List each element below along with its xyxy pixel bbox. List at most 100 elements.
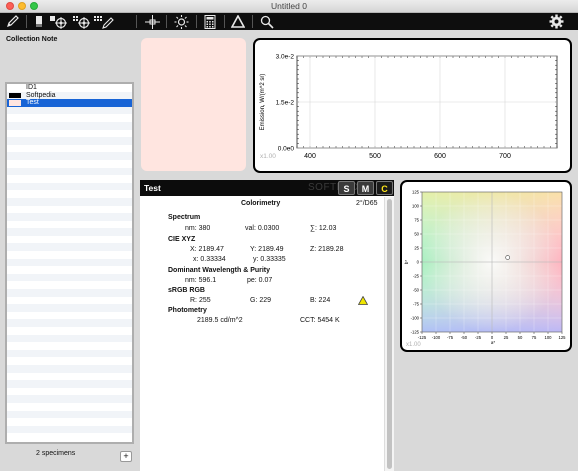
ab-chart[interactable]: -125 -100 -75 -50 -25 0 25 50 75 100 125 125 100 75 50… <box>402 182 570 350</box>
purity-value: pe: 0.07 <box>247 277 273 284</box>
specimen-name: Softpedia <box>26 91 56 99</box>
empty-list-row <box>7 289 132 297</box>
srgb-heading: sRGB RGB <box>168 287 205 294</box>
pencil-icon[interactable] <box>3 14 23 29</box>
y-tick-label: 125 <box>412 190 420 195</box>
add-specimen-button[interactable]: + <box>120 451 132 462</box>
y-tick-label: -100 <box>411 316 420 321</box>
list-item[interactable]: ID1 <box>7 84 132 92</box>
search-icon[interactable] <box>257 14 277 29</box>
target-measure-icon[interactable] <box>49 14 69 29</box>
x-tick-label: 500 <box>369 153 381 160</box>
sample-point <box>505 255 510 260</box>
xyz-y-chroma: y: 0.33335 <box>253 256 286 263</box>
toolbar-separator <box>224 15 225 28</box>
emission-chart-panel[interactable]: 400 500 600 700 0.0e0 1.5e-2 3.0e-2 Emission, W… <box>253 38 572 173</box>
y-tick-label: -25 <box>413 274 420 279</box>
srgb-b-value: B: 224 <box>310 297 331 304</box>
x-tick-label: 600 <box>434 153 446 160</box>
x-axis-label: a* <box>491 340 496 345</box>
illuminant-label: 2°/D65 <box>356 200 378 207</box>
empty-list-row <box>7 121 132 130</box>
toolbar-separator <box>196 15 197 28</box>
y-axis-label: Emission, W/(m^2 sr) <box>260 74 266 131</box>
grid-pencil-icon[interactable] <box>94 14 114 29</box>
scrollbar-thumb[interactable] <box>387 199 392 469</box>
empty-list-row <box>7 213 132 221</box>
spectrum-sum: ∑: 12.03 <box>310 225 337 232</box>
srgb-g-value: G: 229 <box>250 297 272 304</box>
empty-list-row <box>7 197 132 206</box>
empty-list-row <box>7 425 132 434</box>
empty-list-row <box>7 243 132 252</box>
delta-icon[interactable] <box>228 14 248 29</box>
y-tick-label: 75 <box>414 218 419 223</box>
ab-chart-panel[interactable]: -125 -100 -75 -50 -25 0 25 50 75 100 125 125 100 75 50… <box>400 180 572 352</box>
empty-area <box>394 355 578 471</box>
zoom-label: x1.00 <box>260 153 276 160</box>
empty-list-row <box>7 334 132 343</box>
mode-c-button[interactable]: C <box>376 181 393 195</box>
specimen-swatch <box>9 85 21 91</box>
y-tick-label: 0 <box>417 260 420 265</box>
empty-list-row <box>7 403 132 411</box>
empty-list-row <box>7 228 132 236</box>
empty-list-row <box>7 137 132 145</box>
empty-list-row <box>7 130 132 138</box>
colorimetry-scrollbar[interactable] <box>384 197 394 471</box>
main-toolbar <box>0 13 578 30</box>
empty-list-row <box>7 221 132 229</box>
toolbar-separator <box>166 15 167 28</box>
list-item[interactable]: Test <box>7 99 132 107</box>
window-titlebar: Untitled 0 <box>0 0 578 13</box>
srgb-r-value: R: 255 <box>190 297 211 304</box>
color-preview-swatch <box>141 38 246 171</box>
empty-list-row <box>7 373 132 381</box>
collection-sidebar: Collection Note ID1 Softpedia Test 2 speci… <box>0 30 140 471</box>
spectrum-heading: Spectrum <box>168 214 201 221</box>
list-item[interactable]: Softpedia <box>7 91 132 100</box>
dominant-nm: nm: 596.1 <box>185 277 217 284</box>
toolbar-separator <box>252 15 253 28</box>
mode-s-button[interactable]: S <box>338 181 355 195</box>
calculator-icon[interactable] <box>200 14 220 29</box>
specimen-count: 2 specimens <box>36 450 76 457</box>
specimen-swatch <box>9 92 21 99</box>
empty-list-row <box>7 206 132 214</box>
xyz-x-chroma: x: 0.33334 <box>193 256 226 263</box>
emission-chart[interactable]: 400 500 600 700 0.0e0 1.5e-2 3.0e-2 Emission, W… <box>255 40 570 171</box>
toolbar-separator <box>136 15 137 28</box>
y-tick-label: 50 <box>414 232 419 237</box>
empty-list-row <box>7 167 132 176</box>
empty-list-row <box>7 388 132 396</box>
zoom-label: x1.00 <box>406 342 421 348</box>
empty-list-row <box>7 258 132 267</box>
x-tick-label: 50 <box>518 335 523 340</box>
empty-list-row <box>7 190 132 198</box>
xyz-Y-value: Y: 2189.49 <box>250 246 284 253</box>
gamut-warning-icon <box>358 296 368 305</box>
gear-icon[interactable] <box>546 14 566 29</box>
colorimetry-title: Colorimetry <box>241 200 281 207</box>
crosshair-icon[interactable] <box>142 14 162 29</box>
measure-icon[interactable] <box>33 14 47 29</box>
empty-list-row <box>7 312 132 320</box>
sun-icon[interactable] <box>171 14 191 29</box>
x-tick-label: -100 <box>432 335 441 340</box>
sample-header: Test SOFTPEDIA S M C <box>140 180 394 196</box>
mode-m-button[interactable]: M <box>357 181 374 195</box>
luminance-value: 2189.5 cd/m^2 <box>197 317 243 324</box>
empty-list-row <box>7 410 132 419</box>
empty-list-row <box>7 273 132 282</box>
x-tick-label: 100 <box>545 335 553 340</box>
x-tick-label: 400 <box>304 153 316 160</box>
target-grid-icon[interactable] <box>72 14 92 29</box>
cct-value: CCT: 5454 K <box>300 317 340 324</box>
photometry-heading: Photometry <box>168 307 207 314</box>
specimen-list[interactable]: ID1 Softpedia Test <box>5 82 134 444</box>
empty-list-row <box>7 106 132 115</box>
x-tick-label: -75 <box>447 335 454 340</box>
x-tick-label: -125 <box>418 335 427 340</box>
empty-list-row <box>7 175 132 183</box>
x-tick-label: 75 <box>532 335 537 340</box>
